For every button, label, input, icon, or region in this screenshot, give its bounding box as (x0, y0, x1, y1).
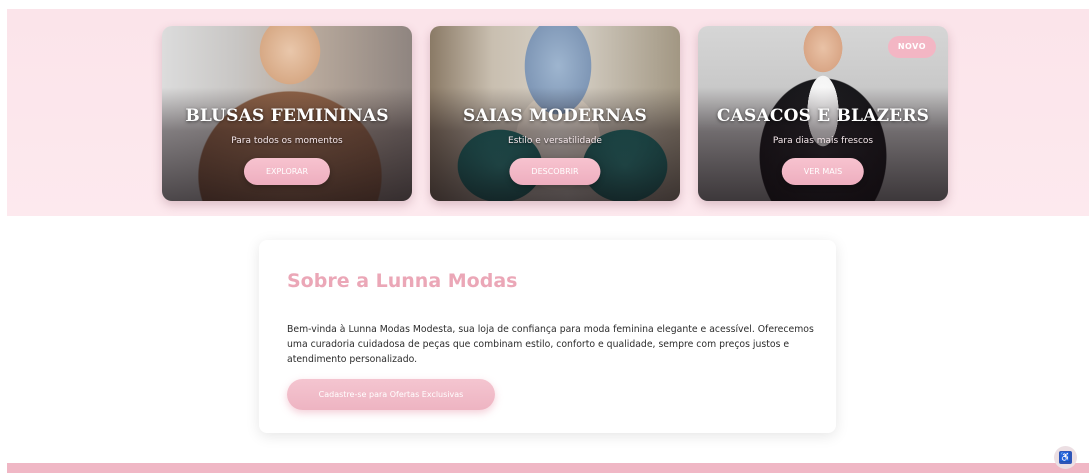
about-title: Sobre a Lunna Modas (287, 270, 518, 292)
category-subtitle: Para dias mais frescos (772, 136, 874, 146)
about-text: Bem-vinda à Lunna Modas Modesta, sua loj… (287, 324, 814, 365)
category-subtitle: Para todos os momentos (231, 136, 343, 146)
category-title: SAIAS MODERNAS (462, 106, 648, 126)
category-card-casacos[interactable]: NOVO CASACOS E BLAZERS Para dias mais fr… (698, 26, 948, 201)
category-title: CASACOS E BLAZERS (716, 106, 930, 126)
accessibility-button[interactable]: ♿ (1054, 446, 1077, 469)
footer-strip (7, 463, 1089, 473)
new-badge: NOVO (887, 36, 936, 58)
category-section: BLUSAS FEMININAS Para todos os momentos … (7, 9, 1089, 216)
signup-offers-button[interactable]: Cadastre-se para Ofertas Exclusivas (287, 379, 495, 410)
discover-button[interactable]: DESCOBRIR (509, 158, 601, 185)
category-subtitle: Estilo e versatilidade (508, 136, 602, 146)
accessibility-icon: ♿ (1059, 451, 1072, 464)
category-title: BLUSAS FEMININAS (185, 106, 389, 126)
about-card: Sobre a Lunna Modas Bem-vinda à Lunna Mo… (259, 240, 836, 433)
category-card-blusas[interactable]: BLUSAS FEMININAS Para todos os momentos … (162, 26, 412, 201)
see-more-button[interactable]: VER MAIS (781, 158, 865, 185)
category-card-saias[interactable]: SAIAS MODERNAS Estilo e versatilidade DE… (430, 26, 680, 201)
explore-button[interactable]: EXPLORAR (243, 158, 331, 185)
